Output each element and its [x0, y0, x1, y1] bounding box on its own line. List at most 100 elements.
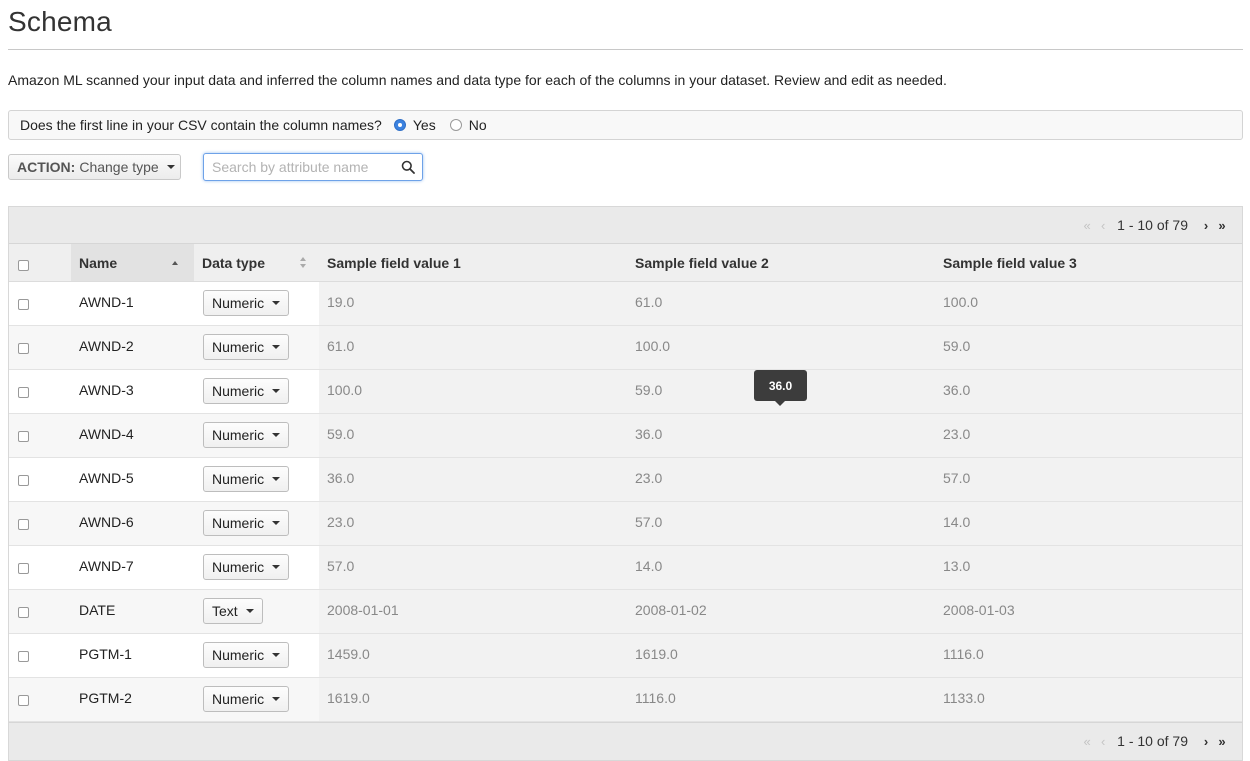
header-checkbox-cell [18, 244, 48, 281]
data-type-dropdown[interactable]: Numeric [203, 686, 290, 712]
table-row: AWND-4 Numeric 59.0 36.0 23.0 [9, 414, 1242, 458]
action-dropdown-button[interactable]: ACTION: Change type [8, 154, 181, 180]
data-type-dropdown[interactable]: Numeric [203, 378, 290, 404]
row-name: AWND-3 [79, 382, 134, 398]
row-checkbox[interactable] [18, 695, 29, 706]
data-type-value: Numeric [212, 383, 265, 399]
sample-value-1: 2008-01-01 [327, 602, 399, 618]
row-type-cell: Numeric [203, 546, 290, 589]
header-sample-1-label: Sample field value 1 [327, 254, 461, 271]
row-name: AWND-2 [79, 338, 134, 354]
radio-yes[interactable]: Yes [393, 117, 436, 133]
sample-cell-bg [319, 458, 1242, 501]
caret-down-icon [272, 433, 281, 437]
caret-down-icon [245, 609, 254, 613]
row-checkbox[interactable] [18, 563, 29, 574]
row-name: DATE [79, 602, 116, 618]
next-page-icon[interactable]: › [1198, 734, 1214, 749]
row-checkbox-cell [18, 634, 29, 677]
sample-value-1: 59.0 [327, 426, 355, 442]
row-checkbox-cell [18, 326, 29, 369]
row-checkbox[interactable] [18, 299, 29, 310]
caret-down-icon [272, 653, 281, 657]
radio-no-dot[interactable] [449, 119, 462, 131]
sample-value-2: 1619.0 [635, 646, 678, 662]
row-checkbox[interactable] [18, 343, 29, 354]
search-icon[interactable] [401, 160, 415, 174]
sample-value-3: 36.0 [943, 382, 971, 398]
sample-value-1: 1619.0 [327, 690, 370, 706]
sample-cell-bg [319, 502, 1242, 545]
data-type-dropdown[interactable]: Numeric [203, 466, 290, 492]
row-checkbox-cell [18, 546, 29, 589]
radio-no[interactable]: No [449, 117, 487, 133]
row-name: PGTM-1 [79, 646, 132, 662]
sample-value-1: 1459.0 [327, 646, 370, 662]
table-body: AWND-1 Numeric 19.0 61.0 100.0 AWND-2 Nu… [9, 282, 1242, 722]
caret-down-icon [272, 697, 281, 701]
table-row: AWND-5 Numeric 36.0 23.0 57.0 [9, 458, 1242, 502]
data-type-dropdown[interactable]: Numeric [203, 554, 290, 580]
header-question-box: Does the first line in your CSV contain … [8, 110, 1243, 140]
sample-value-1: 61.0 [327, 338, 355, 354]
sample-value-3: 57.0 [943, 470, 971, 486]
pager-bottom: « ‹ 1 - 10 of 79 › » [1079, 723, 1230, 759]
data-type-dropdown[interactable]: Numeric [203, 642, 290, 668]
first-page-icon[interactable]: « [1079, 218, 1095, 233]
radio-yes-dot[interactable] [393, 119, 406, 131]
table-row: AWND-7 Numeric 57.0 14.0 13.0 [9, 546, 1242, 590]
data-type-dropdown[interactable]: Numeric [203, 290, 290, 316]
row-type-cell: Numeric [203, 634, 290, 677]
row-type-cell: Numeric [203, 414, 290, 457]
row-checkbox[interactable] [18, 431, 29, 442]
sample-value-1: 57.0 [327, 558, 355, 574]
first-page-icon[interactable]: « [1079, 734, 1095, 749]
row-checkbox-cell [18, 590, 29, 633]
row-checkbox[interactable] [18, 519, 29, 530]
sample-value-3: 14.0 [943, 514, 971, 530]
data-type-dropdown[interactable]: Numeric [203, 334, 290, 360]
header-sample-2-label: Sample field value 2 [635, 254, 769, 271]
pager-top: « ‹ 1 - 10 of 79 › » [1079, 207, 1230, 243]
header-data-type[interactable]: Data type [194, 244, 319, 281]
header-data-type-label: Data type [202, 254, 266, 271]
row-name: AWND-7 [79, 558, 134, 574]
row-checkbox[interactable] [18, 651, 29, 662]
data-type-dropdown[interactable]: Numeric [203, 422, 290, 448]
header-sample-2: Sample field value 2 [635, 244, 769, 281]
row-type-cell: Text [203, 590, 263, 633]
row-checkbox-cell [18, 414, 29, 457]
sample-cell-bg [319, 546, 1242, 589]
data-type-dropdown[interactable]: Numeric [203, 510, 290, 536]
row-type-cell: Numeric [203, 502, 290, 545]
search-input[interactable] [210, 158, 394, 176]
select-all-checkbox[interactable] [18, 259, 29, 271]
row-checkbox[interactable] [18, 607, 29, 618]
last-page-icon[interactable]: » [1214, 734, 1230, 749]
header-name[interactable]: Name [71, 244, 194, 281]
table-row: AWND-1 Numeric 19.0 61.0 100.0 [9, 282, 1242, 326]
next-page-icon[interactable]: › [1198, 218, 1214, 233]
sample-value-2: 100.0 [635, 338, 671, 354]
prev-page-icon[interactable]: ‹ [1095, 218, 1111, 233]
pager-range-text: 1 - 10 of 79 [1117, 733, 1188, 749]
row-checkbox[interactable] [18, 475, 29, 486]
sample-cell-bg [319, 326, 1242, 369]
row-checkbox[interactable] [18, 387, 29, 398]
sample-value-3: 23.0 [943, 426, 971, 442]
sample-value-2: 1116.0 [635, 690, 676, 706]
sample-value-3: 59.0 [943, 338, 971, 354]
data-type-value: Numeric [212, 559, 265, 575]
sample-value-3: 13.0 [943, 558, 971, 574]
cell-value-tooltip: 36.0 [754, 370, 807, 406]
sample-value-2: 57.0 [635, 514, 663, 530]
last-page-icon[interactable]: » [1214, 218, 1230, 233]
prev-page-icon[interactable]: ‹ [1095, 734, 1111, 749]
header-name-label: Name [79, 254, 118, 271]
row-type-cell: Numeric [203, 678, 290, 721]
sample-value-2: 14.0 [635, 558, 663, 574]
data-type-value: Numeric [212, 339, 265, 355]
sample-value-2: 61.0 [635, 294, 663, 310]
row-name: AWND-6 [79, 514, 134, 530]
data-type-dropdown[interactable]: Text [203, 598, 263, 624]
